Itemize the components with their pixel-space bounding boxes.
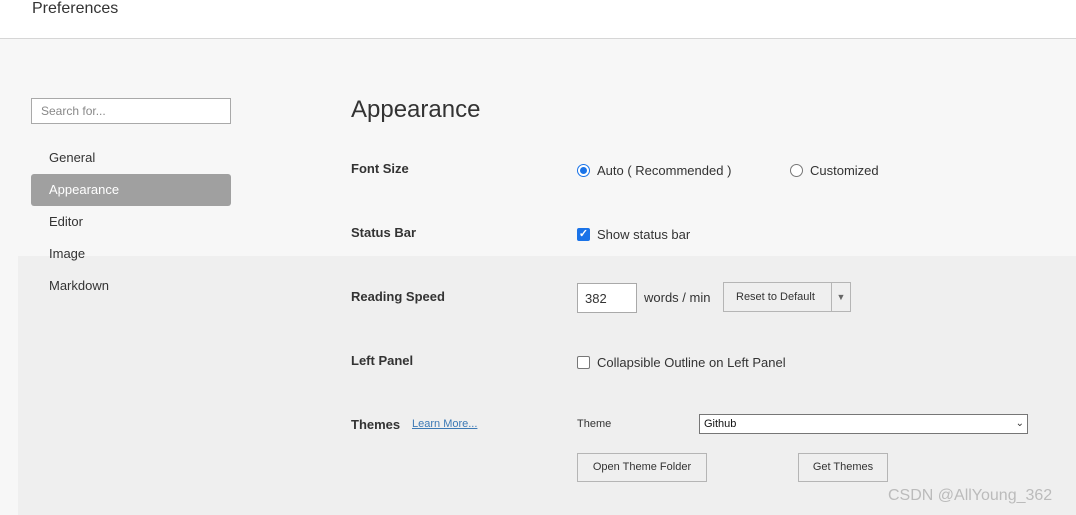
- reading-speed-unit: words / min: [644, 290, 711, 305]
- sidebar-item-appearance[interactable]: Appearance: [31, 174, 231, 206]
- theme-field-label: Theme: [577, 418, 612, 430]
- theme-select-value: Github: [704, 418, 737, 430]
- search-input[interactable]: [31, 98, 231, 124]
- page-title: Appearance: [351, 96, 481, 123]
- sidebar-item-label: Markdown: [49, 278, 109, 293]
- sidebar-item-general[interactable]: General: [31, 142, 231, 174]
- dropdown-caret-icon[interactable]: ▼: [832, 283, 850, 311]
- sidebar-item-label: General: [49, 150, 96, 165]
- title-bar: Preferences: [0, 0, 1076, 39]
- collapsible-outline-checkbox[interactable]: Collapsible Outline on Left Panel: [577, 355, 786, 370]
- reset-to-default-button[interactable]: Reset to Default: [724, 283, 832, 311]
- window-title: Preferences: [32, 0, 119, 17]
- sidebar-item-image[interactable]: Image: [31, 238, 231, 270]
- themes-label: Themes: [351, 417, 401, 432]
- radio-label: Auto ( Recommended ): [597, 163, 732, 178]
- learn-more-link[interactable]: Learn More...: [412, 418, 477, 430]
- checkbox-label: Show status bar: [597, 227, 691, 242]
- chevron-down-icon: ⌄: [1015, 418, 1024, 429]
- open-theme-folder-button[interactable]: Open Theme Folder: [577, 453, 707, 482]
- theme-select[interactable]: Github ⌄: [699, 414, 1028, 434]
- checkbox-label: Collapsible Outline on Left Panel: [597, 355, 786, 370]
- sidebar-item-label: Appearance: [49, 182, 120, 197]
- sidebar-item-label: Image: [49, 246, 86, 261]
- show-status-bar-checkbox[interactable]: ✓ Show status bar: [577, 227, 690, 242]
- radio-selected-icon: [577, 164, 590, 177]
- reading-speed-input[interactable]: [577, 283, 637, 313]
- font-size-customized-radio[interactable]: Customized: [790, 163, 879, 178]
- sidebar-item-editor[interactable]: Editor: [31, 206, 231, 238]
- font-size-auto-radio[interactable]: Auto ( Recommended ): [577, 163, 731, 178]
- radio-unselected-icon: [790, 164, 803, 177]
- sidebar-item-markdown[interactable]: Markdown: [31, 270, 231, 302]
- font-size-label: Font Size: [351, 161, 409, 176]
- left-panel-label: Left Panel: [351, 353, 414, 368]
- reading-speed-label: Reading Speed: [351, 289, 445, 304]
- reset-split-button: Reset to Default ▼: [723, 282, 851, 312]
- radio-label: Customized: [810, 163, 879, 178]
- status-bar-label: Status Bar: [351, 225, 417, 240]
- get-themes-button[interactable]: Get Themes: [798, 453, 888, 482]
- checkbox-empty-icon: [577, 356, 590, 369]
- checkmark-icon: ✓: [577, 228, 590, 241]
- watermark: CSDN @AllYoung_362: [888, 487, 1053, 504]
- sidebar-item-label: Editor: [49, 214, 83, 229]
